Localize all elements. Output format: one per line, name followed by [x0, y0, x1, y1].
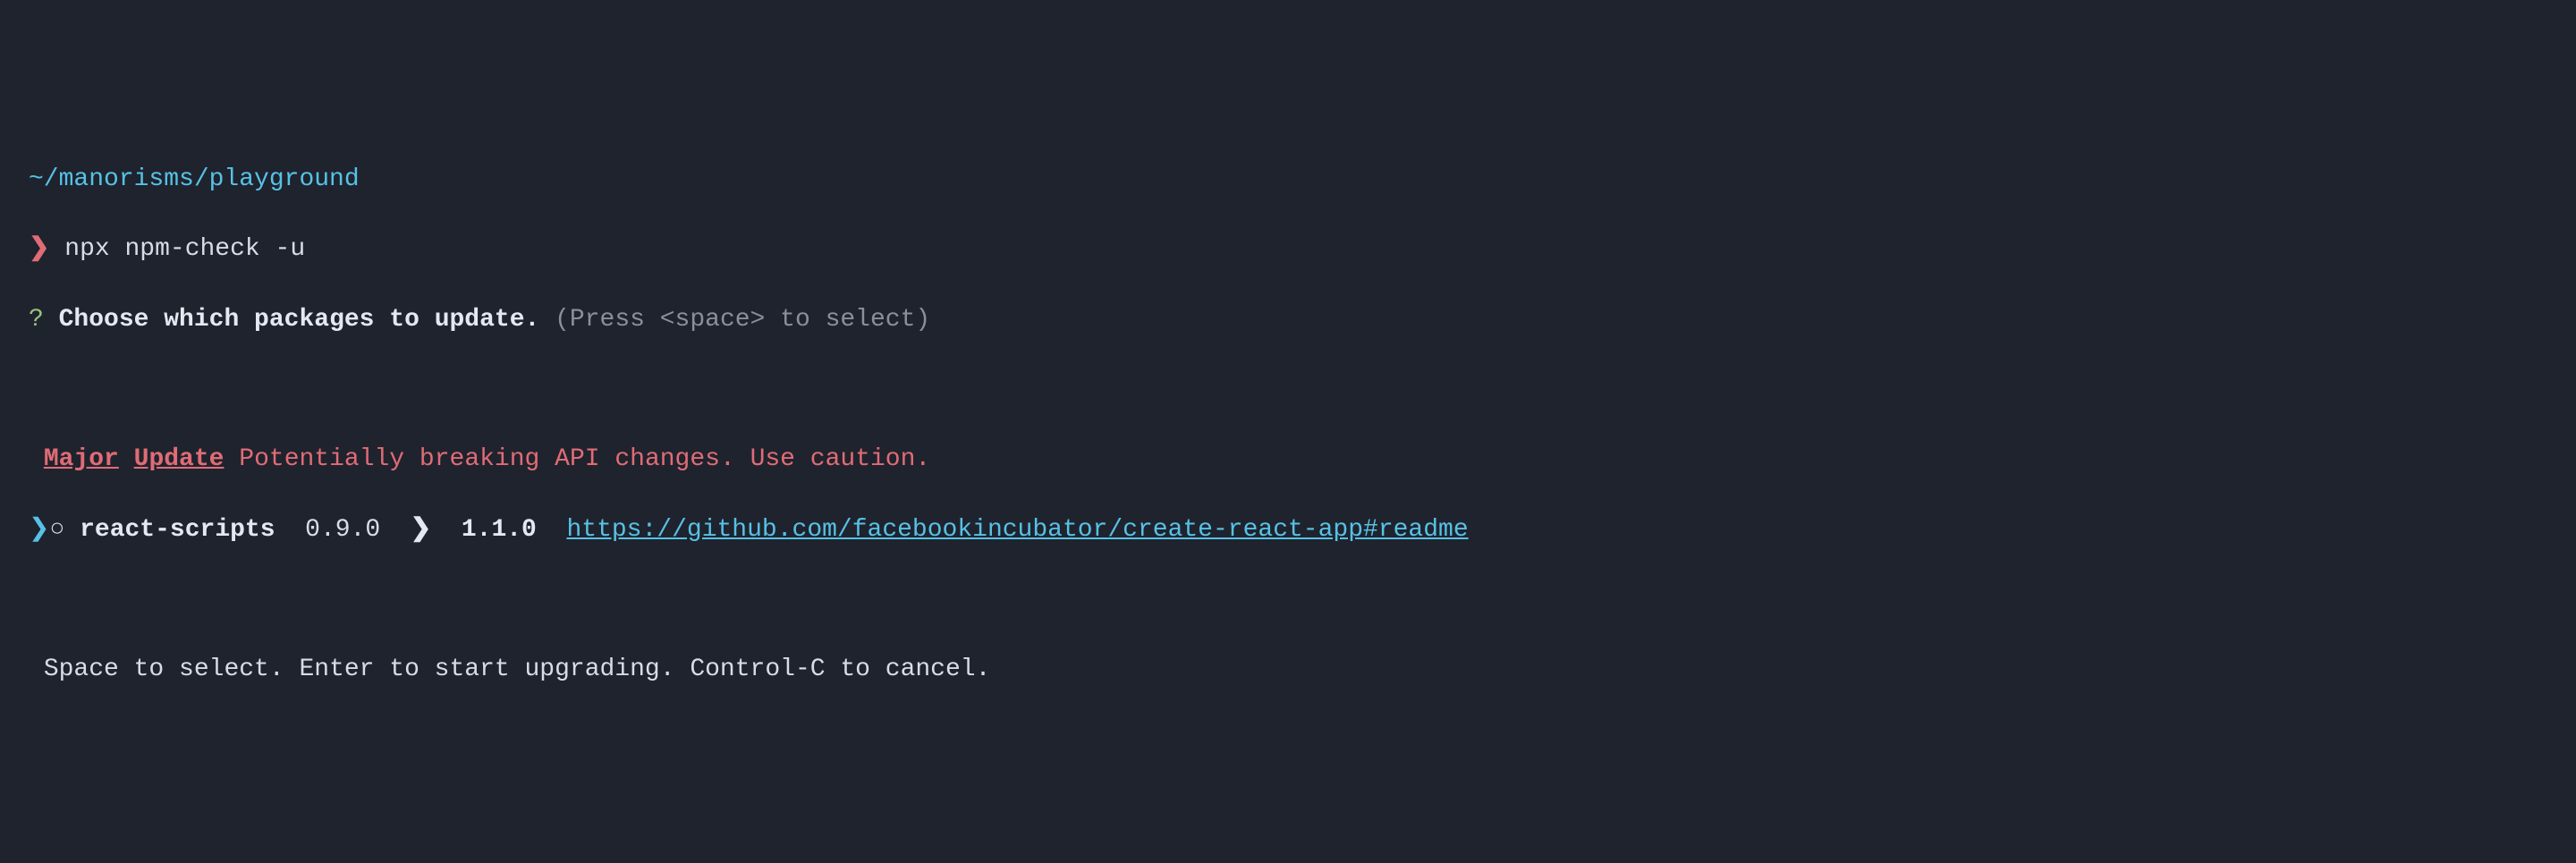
choose-hint: (Press <space> to select)	[555, 306, 930, 334]
warning-text: Potentially breaking API changes. Use ca…	[239, 445, 930, 473]
command-line: ❯ npx npm-check -u	[29, 232, 2547, 267]
package-row[interactable]: ❯○ react-scripts 0.9.0 ❯ 1.1.0 https://g…	[29, 512, 2547, 547]
section-header-line: Major Update Potentially breaking API ch…	[29, 442, 2547, 477]
choose-label: Choose which packages to update.	[59, 306, 540, 334]
footer-hint: Space to select. Enter to start upgradin…	[44, 656, 991, 683]
radio-icon: ○	[49, 516, 64, 544]
update-label: Update	[134, 445, 225, 473]
cwd: ~/manorisms/playground	[29, 165, 360, 193]
prompt-symbol: ❯	[29, 235, 49, 263]
question-mark-icon: ?	[29, 306, 44, 334]
package-name: react-scripts	[80, 516, 275, 544]
cursor-icon: ❯	[29, 516, 49, 544]
package-url[interactable]: https://github.com/facebookincubator/cre…	[566, 516, 1468, 544]
cwd-line: ~/manorisms/playground	[29, 162, 2547, 197]
arrow-icon: ❯	[411, 516, 431, 544]
major-label: Major	[44, 445, 119, 473]
blank-line-2	[29, 582, 2547, 617]
choose-line: ? Choose which packages to update. (Pres…	[29, 302, 2547, 337]
command-text: npx npm-check -u	[64, 235, 305, 263]
footer-hint-line: Space to select. Enter to start upgradin…	[29, 652, 2547, 687]
version-to: 1.1.0	[462, 516, 537, 544]
version-from: 0.9.0	[305, 516, 380, 544]
blank-line	[29, 372, 2547, 407]
